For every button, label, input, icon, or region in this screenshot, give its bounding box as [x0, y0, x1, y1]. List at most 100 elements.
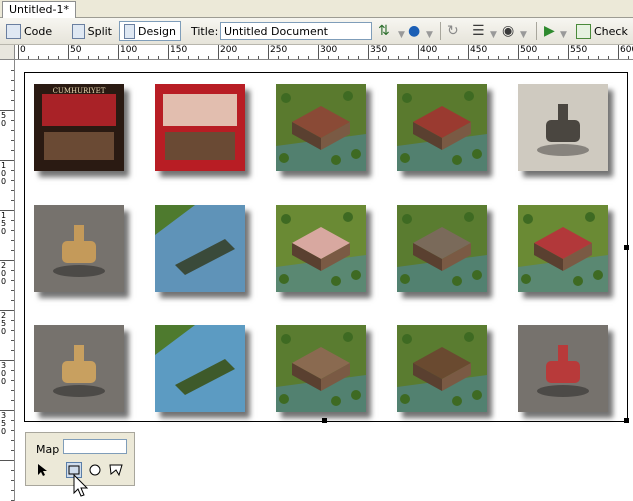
thumbnail-vintage-car[interactable] — [518, 84, 608, 171]
ruler-minor-tick — [358, 56, 359, 59]
view-options-icon[interactable]: ☰ — [472, 23, 485, 39]
image-map-selection[interactable]: CUMHURIYET — [24, 72, 629, 423]
ruler-label: 150 — [1, 211, 7, 236]
document-tab[interactable]: Untitled-1* — [2, 1, 76, 18]
ruler-minor-tick — [378, 56, 379, 59]
ruler-label: 450 — [470, 45, 488, 55]
ruler-minor-tick — [11, 150, 14, 151]
toolbar-separator — [536, 22, 537, 40]
ruler-minor-tick — [11, 240, 14, 241]
code-view-button[interactable]: Code — [2, 21, 64, 41]
ruler-minor-tick — [298, 56, 299, 59]
thumbnail-town-river[interactable] — [397, 205, 487, 292]
ruler-minor-tick — [11, 170, 14, 171]
ruler-minor-tick — [308, 56, 309, 59]
design-view-button[interactable]: Design — [119, 21, 181, 41]
thumbnail-river-boats[interactable] — [155, 325, 245, 412]
ruler-minor-tick — [388, 56, 389, 59]
split-view-label: Split — [87, 24, 112, 38]
check-page-button[interactable]: Check — [572, 21, 633, 41]
design-view-icon — [124, 23, 136, 39]
ruler-minor-tick — [258, 56, 259, 59]
ruler-minor-tick — [208, 56, 209, 59]
validate-dropdown-icon[interactable]: ▼ — [560, 27, 567, 43]
ruler-minor-tick — [138, 56, 139, 59]
split-view-button[interactable]: Split — [68, 21, 116, 41]
ruler-minor-tick — [438, 56, 439, 59]
check-page-label: Check — [594, 24, 628, 38]
ruler-minor-tick — [11, 350, 14, 351]
ruler-minor-tick — [11, 250, 14, 251]
refresh-icon[interactable]: ↻ — [447, 23, 459, 39]
ruler-label: 350 — [1, 411, 7, 436]
ruler-label: 50 — [1, 111, 7, 128]
resize-handle-corner[interactable] — [624, 418, 629, 423]
ruler-minor-tick — [238, 56, 239, 59]
horizontal-ruler[interactable]: 0 50 100 150 200 250 300 350 400 450 500 550 600 — [14, 45, 633, 60]
ruler-label: 350 — [370, 45, 388, 55]
pointer-hotspot-tool[interactable] — [34, 462, 50, 478]
ruler-minor-tick — [588, 56, 589, 59]
thumbnail-pink-building[interactable] — [276, 205, 366, 292]
ruler-minor-tick — [498, 56, 499, 59]
thumbnail-art — [34, 205, 124, 292]
thumbnail-soldier-horse[interactable] — [518, 325, 608, 412]
ruler-minor-tick — [11, 320, 14, 321]
ruler-label: 200 — [1, 261, 7, 286]
ruler-minor-tick — [11, 430, 14, 431]
cover-title: CUMHURIYET — [53, 87, 106, 95]
ruler-minor-tick — [11, 390, 14, 391]
thumbnail-marching-troops[interactable] — [397, 325, 487, 412]
thumbnail-stone-building[interactable] — [276, 325, 366, 412]
thumbnail-art — [518, 84, 608, 171]
map-name-input[interactable] — [63, 439, 127, 454]
ruler-corner[interactable] — [0, 45, 15, 60]
polygon-icon — [109, 464, 123, 477]
ruler-minor-tick — [178, 56, 179, 59]
resize-handle-right[interactable] — [624, 245, 629, 250]
ruler-minor-tick — [278, 56, 279, 59]
polygon-hotspot-tool[interactable] — [108, 462, 124, 478]
ruler-minor-tick — [11, 140, 14, 141]
thumbnail-red-mansion[interactable] — [397, 84, 487, 171]
ruler-minor-tick — [11, 220, 14, 221]
ruler-minor-tick — [11, 280, 14, 281]
file-management-dropdown-icon[interactable]: ▼ — [398, 27, 405, 43]
view-options-dropdown-icon[interactable]: ▼ — [490, 27, 497, 43]
thumbnail-horse-rider[interactable] — [34, 205, 124, 292]
ruler-minor-tick — [11, 100, 14, 101]
ruler-minor-tick — [628, 56, 629, 59]
circle-hotspot-tool[interactable] — [87, 462, 103, 478]
validate-icon[interactable]: ▶ — [544, 23, 555, 39]
file-management-icon[interactable]: ⇅ — [378, 23, 390, 39]
thumbnail-steam-ship[interactable] — [155, 205, 245, 292]
thumbnail-art — [397, 84, 487, 171]
title-label: Title: — [191, 25, 219, 38]
preview-globe-icon[interactable]: ● — [408, 23, 420, 39]
ruler-minor-tick — [128, 56, 129, 59]
visual-aids-dropdown-icon[interactable]: ▼ — [520, 27, 527, 43]
resize-handle-bottom[interactable] — [322, 418, 327, 423]
visual-aids-icon[interactable]: ◉ — [502, 23, 514, 39]
ruler-minor-tick — [48, 56, 49, 59]
thumbnail-cumhuriyet-cover[interactable]: CUMHURIYET — [34, 84, 124, 171]
ruler-label: 400 — [420, 45, 438, 55]
ruler-label: 500 — [520, 45, 538, 55]
preview-dropdown-icon[interactable]: ▼ — [426, 27, 433, 43]
thumbnail-ox-cart[interactable] — [34, 325, 124, 412]
thumbnail-box-back[interactable] — [155, 84, 245, 171]
vertical-ruler[interactable]: 50 100 150 200 250 300 350 — [0, 45, 15, 501]
ruler-label: 250 — [1, 311, 7, 336]
ruler-minor-tick — [338, 56, 339, 59]
thumbnail-mansion-garden[interactable] — [276, 84, 366, 171]
ruler-label: 250 — [270, 45, 288, 55]
ruler-minor-tick — [398, 56, 399, 59]
ruler-minor-tick — [11, 340, 14, 341]
title-input[interactable] — [220, 22, 372, 40]
thumbnail-red-roof-palace[interactable] — [518, 205, 608, 292]
ruler-minor-tick — [158, 56, 159, 59]
map-label: Map — [36, 443, 60, 456]
ruler-minor-tick — [598, 56, 599, 59]
ruler-label: 300 — [320, 45, 338, 55]
design-view-label: Design — [138, 24, 176, 38]
